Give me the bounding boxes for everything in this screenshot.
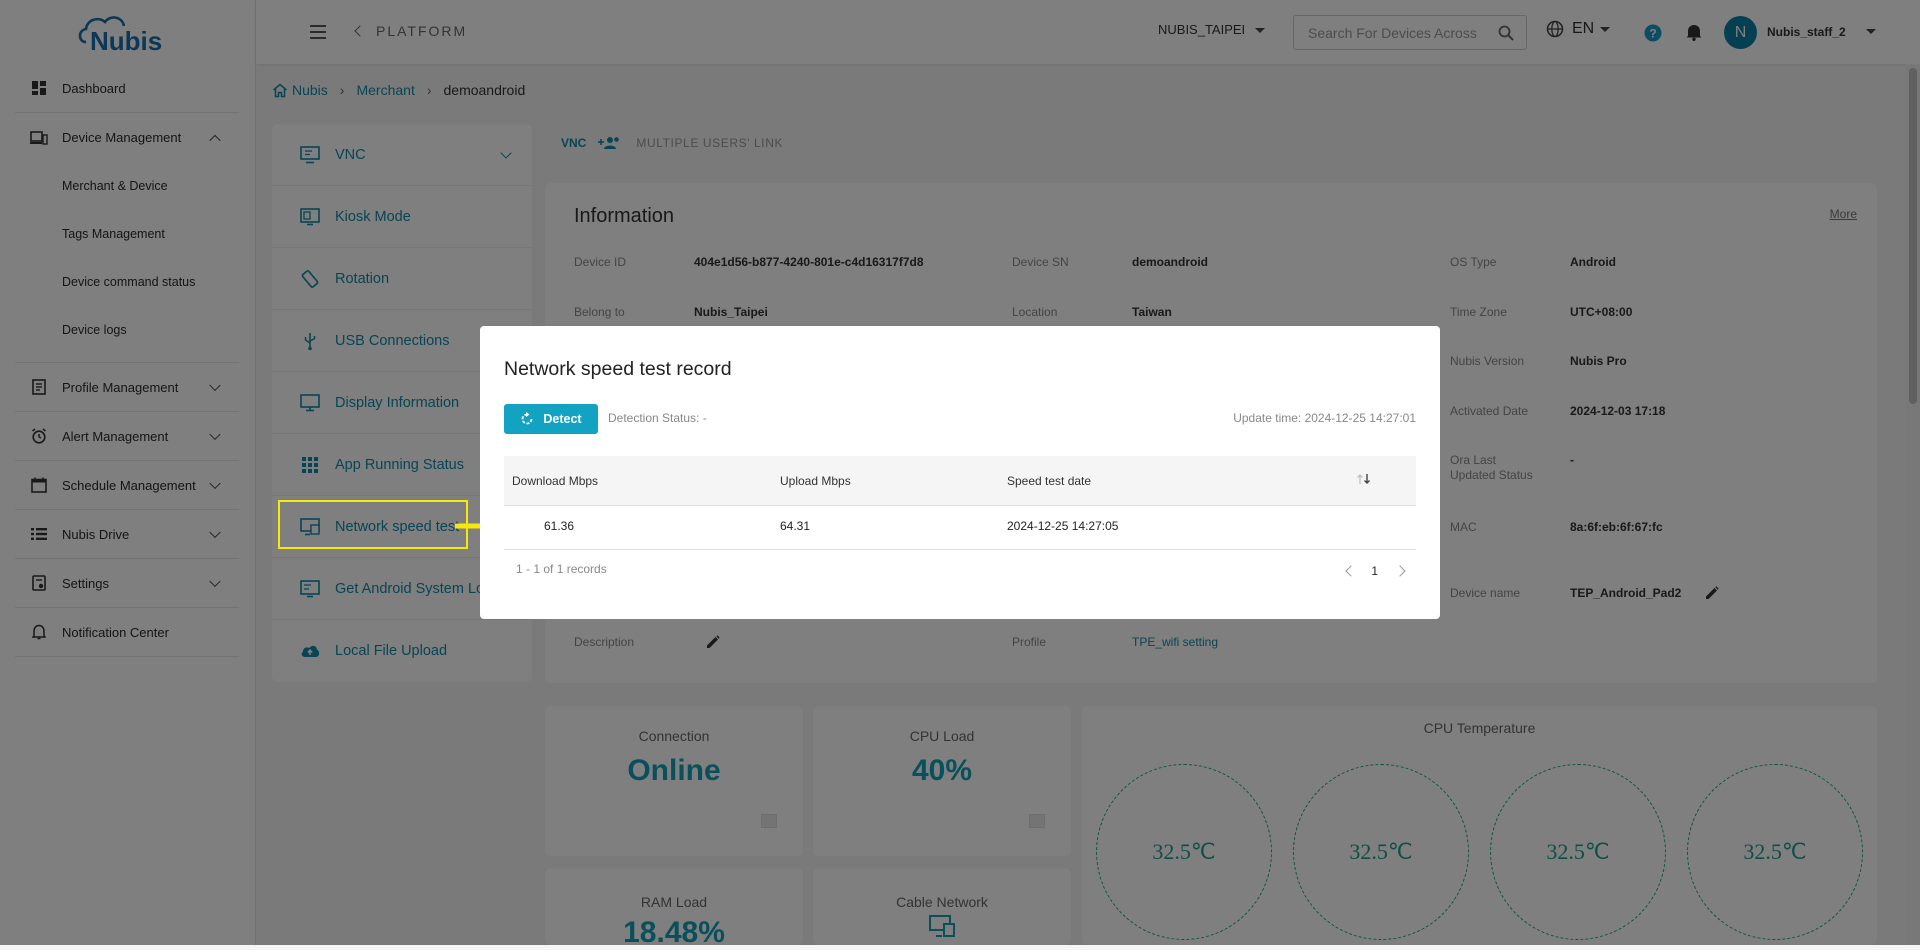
detect-button-label: Detect: [543, 412, 582, 426]
update-time: Update time: 2024-12-25 14:27:01: [1233, 411, 1416, 425]
highlight-annotation: [278, 500, 468, 549]
dialog-title: Network speed test record: [504, 358, 732, 380]
column-header-download[interactable]: Download Mbps: [512, 474, 598, 488]
refresh-icon: [522, 412, 533, 425]
speed-test-dialog: Network speed test record Detect Detecti…: [480, 326, 1440, 619]
detect-button[interactable]: Detect: [504, 404, 598, 434]
pagination: 1: [1345, 564, 1406, 578]
prev-page-icon[interactable]: [1345, 565, 1357, 577]
next-page-icon[interactable]: [1394, 565, 1406, 577]
table-row: 61.36 64.31 2024-12-25 14:27:05: [504, 506, 1416, 550]
sort-icon[interactable]: [1356, 473, 1372, 488]
records-count: 1 - 1 of 1 records: [516, 562, 607, 576]
column-header-speed-test-date[interactable]: Speed test date: [1007, 474, 1091, 488]
detection-status: Detection Status: -: [608, 411, 707, 425]
table-header: Download Mbps Upload Mbps Speed test dat…: [504, 456, 1416, 506]
column-header-upload[interactable]: Upload Mbps: [780, 474, 851, 488]
cell-download: 61.36: [544, 519, 575, 533]
current-page[interactable]: 1: [1371, 564, 1378, 578]
cell-speed-test-date: 2024-12-25 14:27:05: [1007, 519, 1119, 533]
cell-upload: 64.31: [780, 519, 811, 533]
